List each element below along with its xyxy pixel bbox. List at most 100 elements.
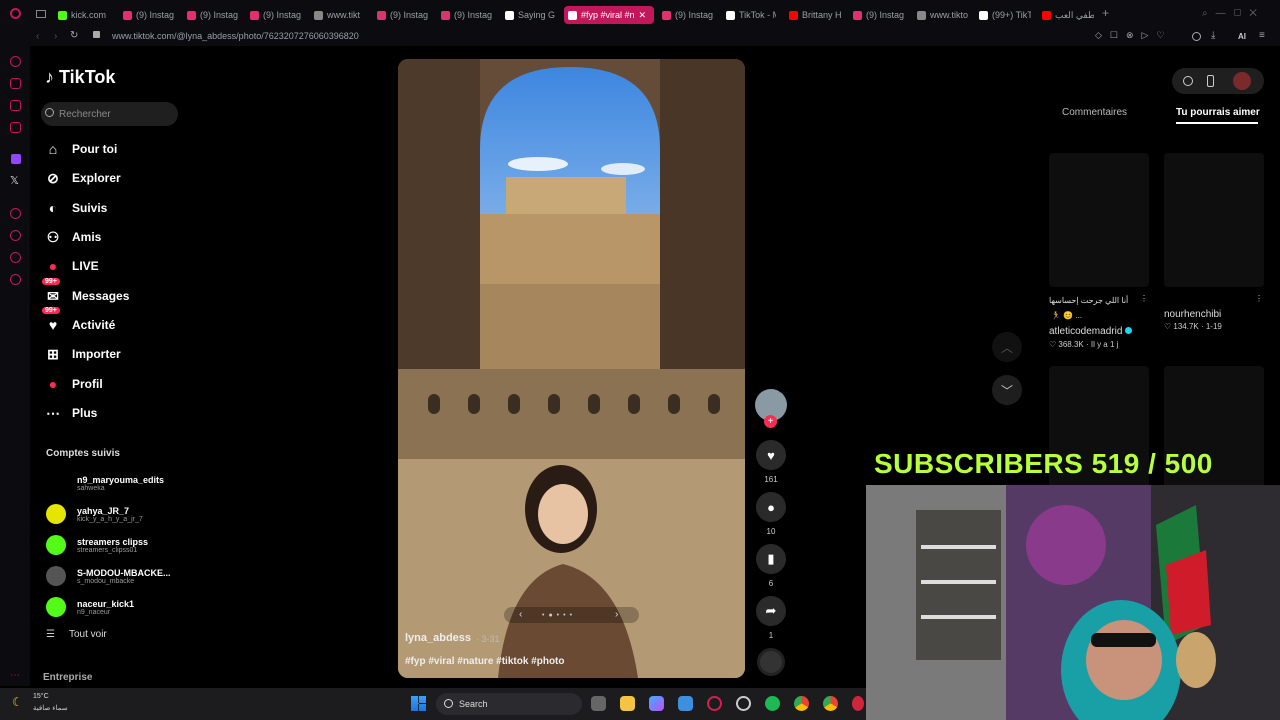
sidebar-item-messages[interactable]: ✉ 99+ Messages — [42, 278, 129, 308]
video-author[interactable]: nourhenchibi — [1164, 309, 1221, 320]
sidebar-app-icon[interactable] — [10, 100, 21, 111]
follow-plus-icon[interactable]: + — [764, 415, 777, 428]
download-icon[interactable]: ⤓ — [1211, 30, 1215, 41]
followed-account[interactable]: S-MODOU-MBACKE... s_modou_mbacke — [46, 563, 171, 589]
browser-tab[interactable]: (9) Instag — [441, 6, 493, 24]
followed-account[interactable]: naceur_kick1 n9_naceur — [46, 594, 134, 620]
carousel-prev-button[interactable]: ‹ — [519, 609, 522, 620]
like-action[interactable]: ♥ 161 — [756, 440, 786, 484]
video-title[interactable]: أنا اللي جرحت إحساسها — [1049, 296, 1128, 305]
share-action[interactable]: ➦ 1 — [756, 596, 786, 640]
compass-icon[interactable] — [1183, 76, 1193, 86]
sidebar-app-icon[interactable] — [10, 56, 21, 67]
tab-comments[interactable]: Commentaires — [1062, 107, 1127, 118]
sidebar-item-suivis[interactable]: ◐ Suivis — [44, 196, 108, 220]
share-icon[interactable]: ➦ — [756, 596, 786, 626]
post-hashtags[interactable]: #fyp #viral #nature #tiktok #photo — [405, 656, 565, 667]
chrome-icon[interactable] — [794, 696, 809, 711]
sidebar-item-amis[interactable]: ⚇ Amis — [44, 225, 102, 249]
browser-tab[interactable]: www.tikt — [314, 6, 366, 24]
sidebar-more-icon[interactable]: ⋯ — [10, 670, 20, 681]
sidebar-app-icon[interactable] — [10, 230, 21, 241]
menu-icon[interactable]: ≡ — [1259, 30, 1265, 41]
browser-tab[interactable]: (9) Instag — [123, 6, 175, 24]
followed-account[interactable]: streamers clipss streamers_clipss01 — [46, 532, 148, 558]
browser-tab[interactable]: www.tikto — [917, 6, 969, 24]
browser-tab[interactable]: (9) Instag — [662, 6, 714, 24]
spotify-icon[interactable] — [765, 696, 780, 711]
close-tab-icon[interactable]: ✕ — [639, 10, 647, 21]
tiktok-logo[interactable]: ♪ TikTok — [45, 67, 115, 88]
sidebar-item-explorer[interactable]: ⊘ Explorer — [44, 166, 121, 190]
weather-temperature[interactable]: 15°C — [33, 693, 49, 700]
toolbar-icons[interactable]: ◇☐⊗▷♡ — [1095, 30, 1173, 41]
carousel-next-button[interactable]: › — [615, 609, 618, 620]
sidebar-app-icon[interactable] — [10, 78, 21, 89]
comment-action[interactable]: ● 10 — [756, 492, 786, 536]
weather-moon-icon[interactable]: ☾ — [12, 695, 23, 709]
video-more-icon[interactable]: ⋮ — [1255, 294, 1263, 303]
suggested-video-thumbnail[interactable] — [1049, 153, 1149, 287]
post-image-carousel[interactable] — [398, 59, 745, 678]
bookmark-icon[interactable]: ▮ — [756, 544, 786, 574]
back-icon[interactable]: ‹ — [36, 31, 39, 42]
store-icon[interactable] — [678, 696, 693, 711]
tab-suggestions[interactable]: Tu pourrais aimer — [1176, 107, 1260, 118]
sidebar-item-profil[interactable]: ● Profil — [44, 372, 103, 396]
window-controls[interactable]: ⌕—▢✕ — [1202, 8, 1265, 19]
profile-avatar[interactable] — [1233, 72, 1251, 90]
sidebar-item-pour-toi[interactable]: ⌂ Pour toi — [44, 137, 118, 161]
browser-tab[interactable]: Saying G — [505, 6, 555, 24]
video-more-icon[interactable]: ⋮ — [1140, 294, 1148, 303]
music-disc-icon[interactable] — [757, 648, 785, 676]
previous-post-button[interactable]: ︿ — [992, 332, 1022, 362]
carousel-dots[interactable]: •●••• — [542, 612, 576, 619]
tab-overview-icon[interactable] — [36, 10, 46, 18]
opera-logo-icon[interactable] — [10, 8, 21, 19]
comment-icon[interactable]: ● — [756, 492, 786, 522]
followed-account[interactable]: n9_maryouma_edits sahweka — [46, 470, 164, 496]
opera-gx-icon[interactable] — [707, 696, 722, 711]
video-author[interactable]: atleticodemadrid — [1049, 326, 1133, 337]
bookmark-action[interactable]: ▮ 6 — [756, 544, 786, 588]
browser-tab[interactable]: Brittany H — [789, 6, 841, 24]
sidebar-item-live[interactable]: ● LIVE — [44, 254, 99, 278]
forward-icon[interactable]: › — [54, 31, 57, 42]
file-explorer-icon[interactable] — [620, 696, 635, 711]
sidebar-item-plus[interactable]: ⋯ Plus — [44, 401, 97, 425]
reload-icon[interactable]: ↻ — [70, 30, 78, 41]
sidebar-app-icon[interactable] — [10, 208, 21, 219]
browser-tab[interactable]: (9) Instag — [250, 6, 302, 24]
sidebar-app-icon[interactable] — [10, 252, 21, 263]
heart-icon[interactable]: ♥ — [756, 440, 786, 470]
account-icon[interactable] — [1192, 32, 1201, 41]
sidebar-item-activit-[interactable]: ♥ 99+ Activité — [42, 307, 115, 337]
next-post-button[interactable]: ﹀ — [992, 375, 1022, 405]
settings-icon[interactable] — [10, 274, 21, 285]
browser-tab[interactable]: TikTok - M — [726, 6, 776, 24]
followed-account[interactable]: yahya_JR_7 kick_y_a_h_y_a_jr_7 — [46, 501, 143, 527]
browser-tab[interactable]: لطفي العب — [1042, 6, 1094, 24]
task-view-icon[interactable] — [591, 696, 606, 711]
ai-button[interactable]: AI — [1238, 32, 1246, 41]
new-tab-button[interactable]: + — [1102, 6, 1109, 20]
browser-tab[interactable]: (9) Instag — [377, 6, 429, 24]
browser-tab[interactable]: (9) Instag — [187, 6, 239, 24]
sidebar-app-icon[interactable] — [10, 122, 21, 133]
enterprise-link[interactable]: Entreprise — [43, 672, 92, 683]
browser-tab[interactable]: kick.com — [58, 6, 110, 24]
app-icon[interactable] — [852, 696, 864, 711]
copilot-icon[interactable] — [649, 696, 664, 711]
see-all-link[interactable]: ☰ Tout voir — [46, 629, 107, 640]
browser-tab[interactable]: (9) Instag — [853, 6, 905, 24]
x-icon[interactable]: 𝕏 — [10, 174, 19, 187]
browser-tab[interactable]: #fyp #viral #n ✕ — [564, 6, 654, 24]
browser-tab[interactable]: (99+) TikT — [979, 6, 1031, 24]
chrome-icon[interactable] — [823, 696, 838, 711]
url-text[interactable]: www.tiktok.com/@lyna_abdess/photo/762320… — [112, 31, 359, 41]
app-icon[interactable] — [736, 696, 751, 711]
post-author[interactable]: lyna_abdess — [405, 632, 471, 644]
suggested-video-thumbnail[interactable] — [1164, 153, 1264, 287]
phone-icon[interactable] — [1207, 75, 1214, 87]
taskbar-search-input[interactable] — [436, 693, 582, 715]
